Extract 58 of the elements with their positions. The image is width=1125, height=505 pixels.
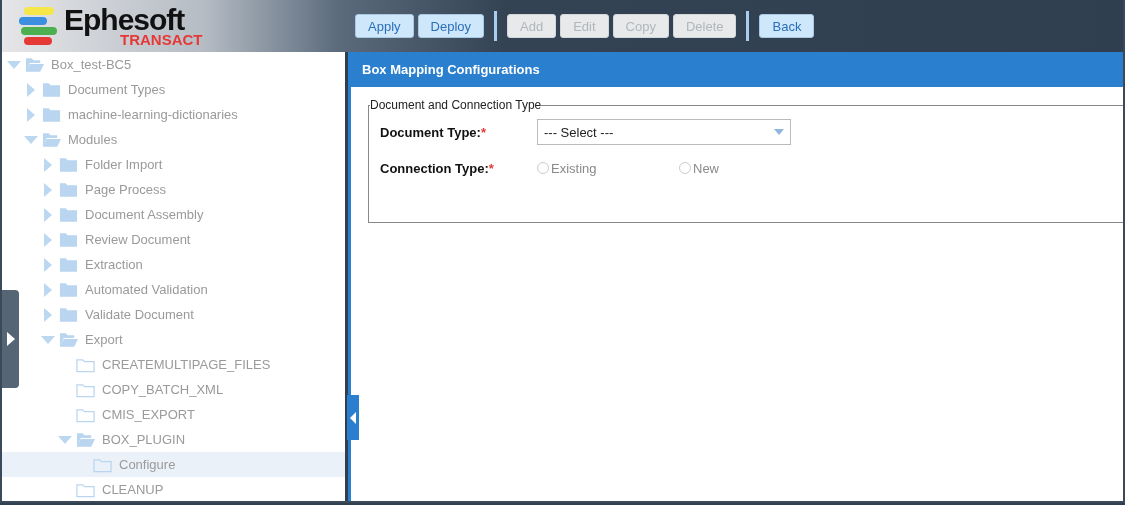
folder-icon [42,106,61,123]
expanded-arrow-icon[interactable] [24,135,38,144]
expand-sidebar-tab[interactable] [2,290,19,388]
tree-item[interactable]: Validate Document [85,307,194,322]
folder-icon [59,206,78,223]
arrow-right-icon [6,332,15,346]
tree-item[interactable]: Folder Import [85,157,163,172]
expanded-arrow-icon[interactable] [7,60,21,69]
tree-item[interactable]: CLEANUP [102,482,164,497]
open-folder-icon [76,431,95,448]
folder-icon [59,156,78,173]
toolbar-button[interactable]: Apply [355,14,414,38]
folder-outline-icon [76,356,95,373]
tree-item[interactable]: Modules [68,132,118,147]
field-label: Connection Type:* [380,160,495,176]
expanded-arrow-icon[interactable] [41,335,55,344]
tree-item[interactable]: CREATEMULTIPAGE_FILES [102,357,271,372]
folder-icon [59,181,78,198]
folder-icon [59,256,78,273]
tree-item[interactable]: Automated Validation [85,282,208,297]
toolbar-button[interactable]: Deploy [417,14,484,38]
folder-icon [42,81,61,98]
toolbar-button[interactable]: Back [759,14,815,38]
expanded-arrow-icon[interactable] [58,435,72,444]
collapse-sidebar-tab[interactable] [347,395,359,440]
tree-item[interactable]: machine-learning-dictionaries [68,107,238,122]
logo-tagline: TRANSACT [120,32,203,47]
tree-item[interactable]: Box_test-BC5 [51,57,132,72]
caret-icon [774,129,784,135]
tree-item[interactable]: BOX_PLUGIN [102,432,186,447]
open-folder-icon [25,56,44,73]
radio-option[interactable]: Existing [537,160,679,176]
radio-option[interactable]: New [679,160,821,176]
field-label: Document Type:* [380,124,487,140]
arrow-left-icon [350,411,356,424]
logo-name: Ephesoft [64,5,185,35]
open-folder-icon [42,131,61,148]
folder-outline-icon [76,481,95,498]
tree-item[interactable]: Document Assembly [85,207,204,222]
folder-outline-icon [93,456,112,473]
folder-icon [59,281,78,298]
tree-item[interactable]: Configure [119,457,176,472]
tree-item[interactable]: CMIS_EXPORT [102,407,195,422]
open-folder-icon [59,331,78,348]
fieldset-legend: Document and Connection Type [370,98,542,112]
tree-item[interactable]: Document Types [68,82,166,97]
tree-item[interactable]: Review Document [85,232,191,247]
folder-outline-icon [76,381,95,398]
document-type-dropdown[interactable]: --- Select --- [537,119,791,145]
tree-item[interactable]: Extraction [85,257,143,272]
panel-title: Box Mapping Configurations [351,52,1123,87]
tree-item[interactable]: COPY_BATCH_XML [102,382,224,397]
tree-row-highlight[interactable]: Configure [2,452,345,477]
folder-icon [59,231,78,248]
folder-outline-icon [76,406,95,423]
tree-item[interactable]: Page Process [85,182,166,197]
folder-icon [59,306,78,323]
tree-item[interactable]: Export [85,332,123,347]
